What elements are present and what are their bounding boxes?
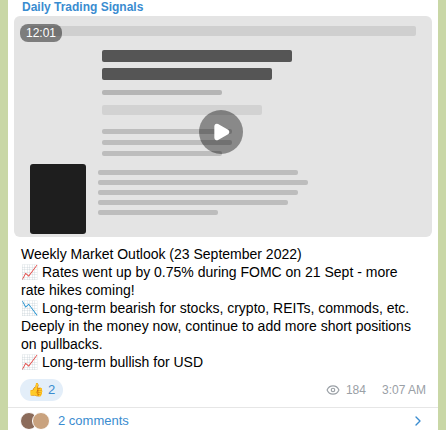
- message-time: 3:07 AM: [382, 383, 426, 397]
- message-text: Weekly Market Outlook (23 September 2022…: [8, 237, 438, 371]
- view-count: 184: [346, 383, 366, 397]
- message-line: 📈Long-term bullish for USD: [21, 353, 425, 371]
- message-title: Weekly Market Outlook (23 September 2022…: [21, 245, 425, 263]
- comments-label[interactable]: 2 comments: [58, 413, 402, 429]
- chevron-right-icon: [410, 413, 426, 429]
- video-thumbnail[interactable]: 12:01: [14, 16, 432, 237]
- chat-screen: Daily Trading Signals 12:01 Weekly Market …: [0, 0, 446, 430]
- line-emoji: 📈: [21, 354, 38, 370]
- message-footer: 👍2 184 3:07 AM: [8, 371, 438, 401]
- message-bubble: Daily Trading Signals 12:01 Weekly Market …: [8, 0, 438, 430]
- channel-name[interactable]: Daily Trading Signals: [8, 0, 438, 14]
- line-emoji: 📉: [21, 300, 38, 316]
- avatar: [32, 412, 50, 430]
- views-icon: [326, 383, 340, 397]
- duration-badge: 12:01: [20, 24, 62, 42]
- play-icon: [211, 122, 231, 142]
- comments-row[interactable]: 2 comments: [8, 407, 438, 430]
- message-line: 📉Long-term bearish for stocks, crypto, R…: [21, 299, 425, 353]
- message-line: 📈Rates went up by 0.75% during FOMC on 2…: [21, 263, 425, 299]
- play-button[interactable]: [199, 110, 243, 154]
- line-emoji: 📈: [21, 264, 38, 280]
- reaction-pill[interactable]: 👍2: [20, 379, 63, 401]
- page-header-bar: [30, 26, 416, 36]
